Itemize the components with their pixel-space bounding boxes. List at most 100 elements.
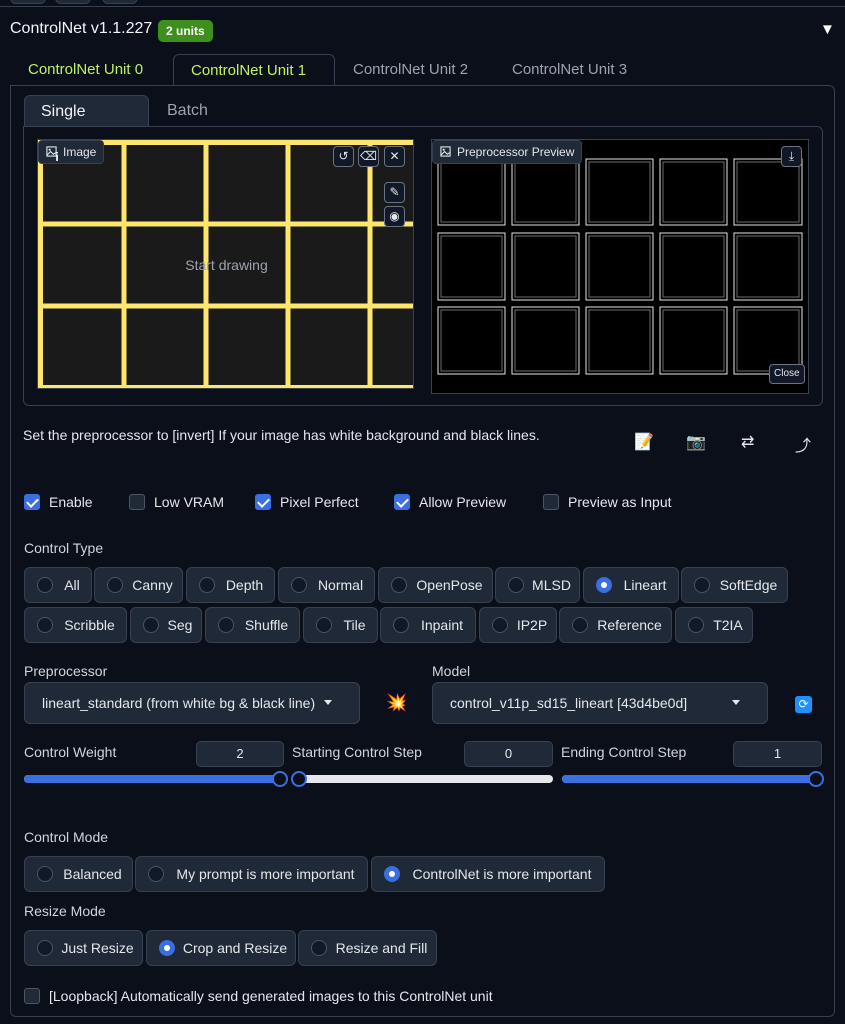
slider-handle[interactable] [272, 771, 288, 787]
radio-dot-selected[interactable] [596, 577, 612, 593]
radio-canny[interactable]: Canny [94, 567, 183, 603]
radio-dot[interactable] [107, 577, 123, 593]
checkbox-checked[interactable] [394, 494, 410, 510]
edit-icon[interactable]: 📝 [634, 432, 654, 452]
model-label: Model [432, 663, 471, 679]
radio-label: MLSD [532, 577, 571, 593]
clear-icon[interactable]: ✕ [384, 146, 405, 167]
loopback-checkbox[interactable]: [Loopback] Automatically send generated … [24, 986, 493, 1006]
radio-dot[interactable] [291, 577, 307, 593]
radio-crop-and-resize[interactable]: Crop and Resize [146, 930, 296, 966]
preview-as-input-checkbox[interactable]: Preview as Input [543, 492, 672, 512]
radio-openpose[interactable]: OpenPose [378, 567, 493, 603]
tab-unit-1[interactable]: ControlNet Unit 1 [173, 54, 335, 86]
collapse-triangle-icon[interactable]: ▼ [820, 21, 835, 38]
tab-unit-0[interactable]: ControlNet Unit 0 [11, 54, 160, 86]
radio-resize-and-fill[interactable]: Resize and Fill [298, 930, 437, 966]
radio-scribble[interactable]: Scribble [24, 607, 127, 643]
radio-dot[interactable] [694, 577, 710, 593]
radio-depth[interactable]: Depth [186, 567, 275, 603]
refresh-models-icon[interactable]: ⟳ [795, 696, 812, 713]
radio-dot-selected[interactable] [384, 866, 400, 882]
radio-just-resize[interactable]: Just Resize [24, 930, 143, 966]
radio-dot[interactable] [391, 577, 407, 593]
radio-dot[interactable] [572, 617, 588, 633]
brush-icon[interactable]: ✎ [384, 182, 405, 203]
starting-step-input[interactable]: 0 [464, 741, 553, 767]
image-canvas[interactable]: Start drawing [37, 139, 414, 389]
tab-unit-2[interactable]: ControlNet Unit 2 [336, 54, 485, 86]
palette-icon[interactable]: ◉ [384, 206, 405, 227]
low-vram-checkbox[interactable]: Low VRAM [129, 492, 224, 512]
radio-dot[interactable] [148, 866, 164, 882]
radio-mlsd[interactable]: MLSD [495, 567, 580, 603]
radio-dot[interactable] [311, 940, 327, 956]
checkbox-unchecked[interactable] [543, 494, 559, 510]
tab-unit-3[interactable]: ControlNet Unit 3 [495, 54, 644, 86]
control-weight-slider[interactable] [24, 771, 288, 787]
radio-dot[interactable] [492, 617, 508, 633]
radio-shuffle[interactable]: Shuffle [205, 607, 300, 643]
radio-dot[interactable] [508, 577, 524, 593]
ending-step-slider[interactable] [562, 771, 824, 787]
radio-dot[interactable] [143, 617, 159, 633]
info-icon[interactable]: i [52, 150, 62, 164]
radio-dot[interactable] [688, 617, 704, 633]
allow-preview-checkbox[interactable]: Allow Preview [394, 492, 506, 512]
swap-icon[interactable]: ⇄ [741, 432, 754, 452]
control-weight-input[interactable]: 2 [196, 741, 284, 767]
tab-batch[interactable]: Batch [151, 95, 224, 127]
checkbox-checked[interactable] [255, 494, 271, 510]
preview-label: Preprocessor Preview [432, 140, 583, 164]
pixel-perfect-checkbox[interactable]: Pixel Perfect [255, 492, 359, 512]
radio-seg[interactable]: Seg [130, 607, 202, 643]
radio-dot[interactable] [218, 617, 234, 633]
top-tab-stub [10, 0, 46, 4]
preprocessor-preview-image [431, 139, 809, 394]
radio-lineart[interactable]: Lineart [583, 567, 679, 603]
radio-dot[interactable] [393, 617, 409, 633]
radio-normal[interactable]: Normal [278, 567, 375, 603]
panel-title[interactable]: ControlNet v1.1.227 [10, 20, 152, 38]
enable-checkbox[interactable]: Enable [24, 492, 93, 512]
radio-t2ia[interactable]: T2IA [675, 607, 753, 643]
run-preprocessor-icon[interactable]: 💥 [386, 693, 407, 713]
radio-dot[interactable] [37, 577, 53, 593]
radio-tile[interactable]: Tile [303, 607, 378, 643]
starting-step-slider[interactable] [291, 771, 553, 787]
send-dimensions-icon[interactable]: ⤴ [795, 432, 811, 456]
checkbox-unchecked[interactable] [24, 988, 40, 1004]
camera-icon[interactable]: 📷 [686, 432, 706, 452]
radio-dot[interactable] [37, 617, 53, 633]
preprocessor-dropdown[interactable]: lineart_standard (from white bg & black … [24, 682, 360, 724]
radio-softedge[interactable]: SoftEdge [681, 567, 788, 603]
radio-controlnet-important[interactable]: ControlNet is more important [371, 856, 605, 892]
eraser-icon[interactable]: ⌫ [358, 146, 379, 167]
download-icon[interactable]: ⤓ [781, 146, 802, 167]
radio-dot[interactable] [37, 866, 53, 882]
canvas-placeholder: Start drawing [185, 257, 268, 273]
radio-all[interactable]: All [24, 567, 92, 603]
checkbox-checked[interactable] [24, 494, 40, 510]
close-preview-button[interactable]: Close [769, 364, 805, 384]
radio-dot[interactable] [37, 940, 53, 956]
radio-dot[interactable] [199, 577, 215, 593]
slider-handle[interactable] [291, 771, 307, 787]
control-type-label: Control Type [24, 540, 104, 556]
radio-dot-selected[interactable] [159, 940, 175, 956]
model-dropdown[interactable]: control_v11p_sd15_lineart [43d4be0d] [432, 682, 768, 724]
ending-step-input[interactable]: 1 [733, 741, 822, 767]
radio-balanced[interactable]: Balanced [24, 856, 133, 892]
radio-inpaint[interactable]: Inpaint [380, 607, 476, 643]
undo-icon[interactable]: ↺ [333, 146, 354, 167]
chevron-down-icon [732, 700, 740, 705]
radio-ip2p[interactable]: IP2P [479, 607, 557, 643]
slider-handle[interactable] [808, 771, 824, 787]
radio-label: Resize and Fill [335, 940, 428, 956]
radio-dot[interactable] [316, 617, 332, 633]
tab-single-image[interactable]: Single Image [24, 95, 149, 152]
checkbox-unchecked[interactable] [129, 494, 145, 510]
radio-reference[interactable]: Reference [559, 607, 672, 643]
low-vram-label: Low VRAM [154, 494, 225, 510]
radio-prompt-important[interactable]: My prompt is more important [135, 856, 368, 892]
